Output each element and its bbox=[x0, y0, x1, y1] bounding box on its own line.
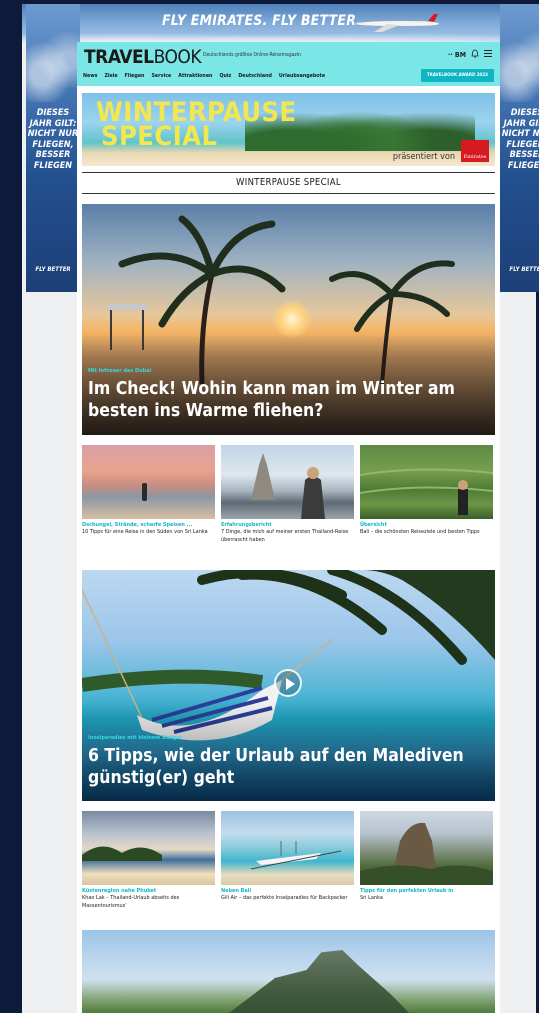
card-title[interactable]: 7 Dinge, die mich auf meiner ersten Thai… bbox=[221, 529, 354, 544]
bell-icon[interactable] bbox=[471, 49, 479, 60]
airplane-icon bbox=[353, 14, 441, 32]
card-title[interactable]: Khao Lak – Thailand-Urlaub abseits des M… bbox=[82, 895, 215, 910]
award-button[interactable]: TRAVELBOOK AWARD 2023 bbox=[420, 69, 494, 82]
ad-fly-better: FLY BETTER bbox=[509, 266, 539, 273]
section-title: WINTERPAUSE SPECIAL bbox=[82, 172, 495, 194]
nav-item-ziele[interactable]: Ziele bbox=[104, 73, 117, 79]
emirates-logo-small: Emirates bbox=[461, 140, 489, 162]
card-kicker: Übersicht bbox=[360, 522, 387, 528]
banner-title: WINTERPAUSE SPECIAL bbox=[96, 99, 297, 152]
ad-line: FLIEGEN bbox=[507, 160, 539, 171]
logo-book: BOOK bbox=[153, 46, 202, 68]
nav-item-news[interactable]: News bbox=[83, 73, 97, 79]
site-tagline: Deutschlands größtes Online-Reisemagazin bbox=[203, 52, 301, 58]
nav-item-service[interactable]: Service bbox=[151, 73, 171, 79]
hero-headline[interactable]: Im Check! Wohin kann man im Winter am be… bbox=[88, 378, 488, 422]
ad-line: NICHT NUR bbox=[501, 129, 539, 139]
emirates-top-ad[interactable]: ✤ Emirates FLY EMIRATES. FLY BETTER. ✤ E… bbox=[22, 4, 536, 42]
article-card-row-1: Dschungel, Strände, scharfe Speisen ... … bbox=[82, 445, 495, 544]
card-kicker: Tipps für den perfekten Urlaub in bbox=[360, 888, 454, 894]
banner-title-line2: SPECIAL bbox=[101, 121, 218, 152]
play-video-button[interactable] bbox=[274, 669, 302, 697]
emirates-side-ad-right[interactable]: DIESES JAHR GILT: NICHT NUR FLIEGEN, BES… bbox=[500, 4, 539, 292]
hero-article-2[interactable]: Inselparadies mit kleinem Budget 6 Tipps… bbox=[82, 570, 495, 801]
ad-line: FLIEGEN, bbox=[32, 139, 74, 150]
ad-fly-better: FLY BETTER bbox=[35, 266, 71, 273]
main-nav: News Ziele Fliegen Service Attraktionen … bbox=[83, 73, 325, 79]
card-title[interactable]: Gili Air – das perfekte Inselparadies fü… bbox=[221, 895, 354, 903]
nav-item-fliegen[interactable]: Fliegen bbox=[125, 73, 145, 79]
article-image bbox=[82, 811, 215, 885]
article-image bbox=[82, 445, 215, 519]
article-image bbox=[360, 445, 493, 519]
ad-clouds bbox=[500, 32, 539, 102]
card-title[interactable]: Sri Lanka bbox=[360, 895, 493, 903]
ad-line: DIESES bbox=[510, 108, 539, 118]
header-icons: ·· BM bbox=[448, 49, 492, 60]
mountain-image bbox=[212, 950, 422, 1013]
presented-by-text: präsentiert von bbox=[392, 152, 455, 162]
article-card[interactable]: Dschungel, Strände, scharfe Speisen ... … bbox=[82, 445, 215, 544]
ad-line: JAHR GILT: bbox=[29, 118, 77, 129]
card-kicker: Neben Bali bbox=[221, 888, 252, 894]
card-kicker: Dschungel, Strände, scharfe Speisen ... bbox=[82, 522, 193, 528]
ad-side-text: DIESES JAHR GILT: NICHT NUR FLIEGEN, BES… bbox=[500, 108, 539, 171]
article-card[interactable]: Erfahrungsbericht 7 Dinge, die mich auf … bbox=[221, 445, 354, 544]
site-header: TRAVELBOOK Deutschlands größtes Online-R… bbox=[77, 42, 500, 86]
nav-item-urlaubsangebote[interactable]: Urlaubsangebote bbox=[279, 73, 325, 79]
card-kicker: Erfahrungsbericht bbox=[221, 522, 272, 528]
article-image bbox=[221, 811, 354, 885]
ad-line: NICHT NUR bbox=[27, 129, 79, 139]
ad-line: FLIEGEN, bbox=[506, 139, 539, 150]
menu-icon[interactable] bbox=[484, 50, 492, 59]
card-title[interactable]: Bali – die schönsten Reiseziele und best… bbox=[360, 529, 493, 537]
article-card[interactable]: Küstenregion nahe Phuket Khao Lak – Thai… bbox=[82, 811, 215, 910]
ad-line: BESSER bbox=[509, 150, 539, 160]
nav-item-attraktionen[interactable]: Attraktionen bbox=[178, 73, 212, 79]
travelbook-logo[interactable]: TRAVELBOOK bbox=[84, 46, 202, 68]
ad-side-text: DIESES JAHR GILT: NICHT NUR FLIEGEN, BES… bbox=[26, 108, 80, 171]
nav-item-quiz[interactable]: Quiz bbox=[219, 73, 231, 79]
ad-line: JAHR GILT: bbox=[503, 118, 539, 129]
article-image bbox=[360, 811, 493, 885]
ad-line: BESSER bbox=[35, 150, 71, 160]
ad-line: DIESES bbox=[36, 108, 70, 118]
ad-clouds bbox=[22, 30, 536, 42]
ad-slogan: FLY EMIRATES. FLY BETTER. bbox=[162, 13, 362, 29]
article-card[interactable]: Neben Bali Gili Air – das perfekte Insel… bbox=[221, 811, 354, 910]
hero-article-1[interactable]: Mit Infoseer des Dubai Im Check! Wohin k… bbox=[82, 204, 495, 435]
nav-item-deutschland[interactable]: Deutschland bbox=[238, 73, 272, 79]
emirates-logo-text: Emirates bbox=[463, 154, 487, 160]
bm-logo[interactable]: ·· BM bbox=[448, 51, 466, 59]
logo-travel: TRAVEL bbox=[84, 46, 154, 68]
card-kicker: Küstenregion nahe Phuket bbox=[82, 888, 157, 894]
hero-kicker: Inselparadies mit kleinem Budget bbox=[88, 735, 183, 741]
main-column: TRAVELBOOK Deutschlands größtes Online-R… bbox=[77, 42, 500, 1013]
ad-line: FLIEGEN bbox=[33, 160, 73, 171]
card-title[interactable]: 10 Tipps für eine Reise in den Süden von… bbox=[82, 529, 215, 537]
hero-headline[interactable]: 6 Tipps, wie der Urlaub auf den Maledive… bbox=[88, 745, 488, 789]
article-card[interactable]: Übersicht Bali – die schönsten Reiseziel… bbox=[360, 445, 493, 544]
hero-article-3[interactable] bbox=[82, 930, 495, 1013]
article-card-row-2: Küstenregion nahe Phuket Khao Lak – Thai… bbox=[82, 811, 495, 910]
ad-clouds bbox=[26, 32, 80, 102]
emirates-side-ad-left[interactable]: DIESES JAHR GILT: NICHT NUR FLIEGEN, BES… bbox=[26, 4, 80, 292]
article-card[interactable]: Tipps für den perfekten Urlaub in Sri La… bbox=[360, 811, 493, 910]
article-image bbox=[221, 445, 354, 519]
bm-label: BM bbox=[454, 50, 466, 59]
hero-kicker: Mit Infoseer des Dubai bbox=[88, 368, 152, 374]
winterpause-banner[interactable]: WINTERPAUSE SPECIAL präsentiert von Emir… bbox=[82, 93, 495, 166]
